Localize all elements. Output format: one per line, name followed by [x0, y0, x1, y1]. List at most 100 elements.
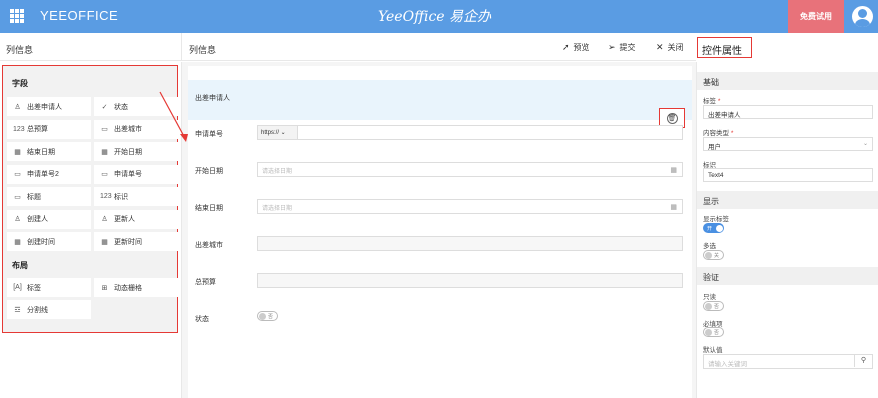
palette-layout-label: 动态栅格	[114, 284, 142, 292]
number-icon: 123	[100, 193, 112, 200]
palette-field-label: 开始日期	[114, 148, 142, 156]
toggle-text: 否	[714, 304, 720, 310]
calendar-icon: ▦	[101, 148, 108, 156]
send-icon: ➢	[608, 42, 616, 52]
readonly-toggle[interactable]: 否	[703, 301, 724, 311]
person-icon: ♙	[14, 216, 21, 223]
fields-group-title: 字段	[12, 79, 28, 88]
rocket-icon: ➚	[562, 42, 570, 52]
palette-layout-label: 分割线	[27, 306, 48, 314]
url-prefix-text: https://	[261, 130, 280, 136]
field-palette: 字段 ♙ 出差申请人 ✓ 状态 123 总预算 ▭ 出差城市 ▦ 结束日期 ▦ 开始日期 ▭ 申请单号2 ▭…	[2, 65, 178, 333]
layout-group-title: 布局	[12, 261, 28, 270]
toggle-text: 关	[714, 253, 720, 259]
palette-field[interactable]: ♙ 创建人	[7, 209, 91, 229]
city-input[interactable]	[257, 236, 683, 251]
free-trial-button[interactable]: 免费试用	[788, 0, 844, 33]
calendar-icon: ▦	[101, 238, 108, 246]
palette-field-label: 标识	[114, 193, 128, 201]
palette-field-label: 申请单号2	[27, 171, 59, 178]
palette-field[interactable]: ▭ 出差城市	[94, 119, 178, 139]
show-label-toggle[interactable]: 开	[703, 223, 724, 233]
calendar-icon: ▦	[14, 148, 21, 156]
palette-layout-item[interactable]: ☲ 分割线	[7, 300, 91, 319]
palette-field[interactable]: ▭ 标题	[7, 187, 91, 206]
top-bar: YEEOFFICE YeeOffice 易企办 免费试用	[0, 0, 878, 33]
section-validation: 验证	[697, 267, 878, 285]
multi-toggle[interactable]: 关	[703, 250, 724, 260]
textbox-icon: ▭	[14, 171, 21, 178]
content-type-label: 内容类型 *	[703, 130, 734, 137]
palette-field[interactable]: ▦ 创建时间	[7, 232, 91, 251]
url-protocol-select[interactable]: https:// ⌄	[258, 126, 298, 139]
palette-field[interactable]: ▦ 更新时间	[94, 232, 178, 251]
palette-field[interactable]: ▦ 结束日期	[7, 142, 91, 161]
palette-field[interactable]: ✓ 状态	[94, 97, 178, 116]
palette-layout-item[interactable]: [A] 标签	[7, 278, 91, 297]
palette-field[interactable]: 123 标识	[94, 187, 178, 206]
label-input[interactable]: 出差申请人	[703, 105, 873, 119]
status-toggle[interactable]: 否	[257, 311, 278, 321]
palette-field-label: 更新时间	[114, 238, 142, 246]
calendar-icon: ▦	[670, 167, 677, 174]
palette-field[interactable]: ▦ 开始日期	[94, 142, 178, 161]
person-icon: ♙	[101, 216, 108, 223]
palette-layout-label: 标签	[27, 284, 41, 292]
toggle-text: 否	[714, 330, 720, 336]
app-name: YEEOFFICE	[40, 8, 119, 23]
left-panel: 字段 ♙ 出差申请人 ✓ 状态 123 总预算 ▭ 出差城市 ▦ 结束日期 ▦ 开始日期 ▭ 申请单号2 ▭…	[0, 62, 182, 398]
palette-field-label: 创建人	[27, 216, 48, 223]
form-label: 出差城市	[195, 242, 223, 249]
show-label-label: 显示标签	[703, 216, 729, 223]
grid-icon: ⊞	[101, 284, 108, 292]
form-label: 状态	[195, 316, 209, 323]
form-label: 总预算	[195, 279, 216, 286]
close-button[interactable]: ✕ 关闭	[656, 42, 684, 53]
divider-icon: ☲	[14, 306, 21, 314]
close-icon: ✕	[656, 42, 664, 52]
budget-input[interactable]	[257, 273, 683, 288]
label-field-label: 标签 *	[703, 98, 721, 105]
default-value-placeholder: 请输入关键词	[708, 361, 747, 368]
selected-field-label: 出差申请人	[195, 95, 230, 102]
palette-field[interactable]: ♙ 出差申请人	[7, 97, 91, 116]
required-toggle[interactable]: 否	[703, 327, 724, 337]
palette-field[interactable]: ▭ 申请单号	[94, 164, 178, 184]
start-date-input[interactable]: 请选择日期 ▦	[257, 162, 683, 177]
palette-field-label: 状态	[114, 103, 128, 111]
default-value-input[interactable]: 请输入关键词 ⚲	[703, 354, 873, 369]
palette-field[interactable]: 123 总预算	[7, 119, 91, 139]
date-placeholder: 请选择日期	[262, 206, 293, 212]
palette-field[interactable]: ♙ 更新人	[94, 209, 178, 229]
palette-field-label: 出差城市	[114, 126, 142, 133]
palette-field-label: 申请单号	[114, 171, 142, 178]
id-input[interactable]: Text4	[703, 168, 873, 182]
control-properties-title: 控件属性	[697, 37, 752, 58]
palette-field[interactable]: ▭ 申请单号2	[7, 164, 91, 184]
preview-button[interactable]: ➚ 预览	[562, 42, 590, 53]
check-circle-icon: ✓	[101, 103, 108, 111]
org-picker-icon[interactable]: ⚲	[854, 355, 872, 367]
palette-field-label: 创建时间	[27, 238, 55, 246]
palette-field-label: 更新人	[114, 216, 135, 223]
palette-field-label: 结束日期	[27, 148, 55, 156]
end-date-input[interactable]: 请选择日期 ▦	[257, 199, 683, 214]
toggle-text: 否	[268, 314, 274, 320]
avatar[interactable]	[852, 6, 873, 27]
close-label: 关闭	[667, 43, 684, 52]
content-type-select[interactable]: 用户 ⌄	[703, 137, 873, 151]
submit-button[interactable]: ➢ 提交	[608, 42, 636, 53]
left-panel-title: 列信息	[0, 33, 182, 61]
form-label: 申请单号	[195, 131, 223, 138]
multi-label: 多选	[703, 243, 716, 250]
app-grid-icon[interactable]	[10, 9, 24, 23]
form-label: 开始日期	[195, 168, 223, 175]
selected-field-row[interactable]	[188, 80, 692, 120]
palette-layout-item[interactable]: ⊞ 动态栅格	[94, 278, 178, 297]
form-canvas: 出差申请人 🗑 申请单号 https:// ⌄ 开始日期 请选择日期 ▦ 结束日…	[182, 62, 696, 398]
calendar-icon: ▦	[670, 204, 677, 211]
url-input[interactable]: https:// ⌄	[257, 125, 683, 140]
calendar-icon: ▦	[14, 238, 21, 246]
logo: YeeOffice 易企办	[378, 6, 491, 26]
person-icon: ♙	[14, 103, 21, 111]
